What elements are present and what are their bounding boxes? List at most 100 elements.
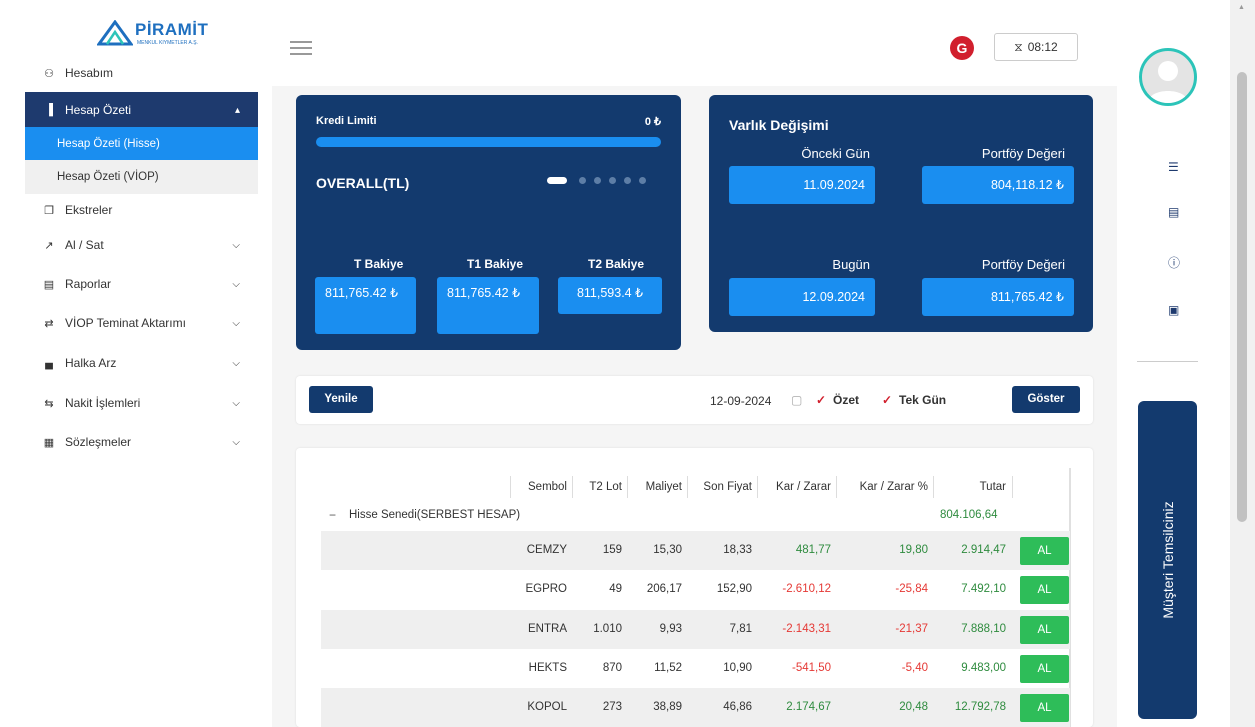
carousel-dot-active[interactable] xyxy=(547,177,567,184)
cell-cost: 15,30 xyxy=(653,544,682,556)
sidebar-item-halka-arz[interactable]: ▄ Halka Arz ⌵ xyxy=(25,344,258,382)
sidebar-item-label: Raporlar xyxy=(65,277,112,291)
show-button[interactable]: Göster xyxy=(1012,386,1080,413)
cell-price: 10,90 xyxy=(723,662,752,674)
carousel-dot[interactable] xyxy=(594,177,601,184)
table-row: ENTRA 1.010 9,93 7,81 -2.143,31 -21,37 7.888,1… xyxy=(321,610,1070,649)
sidebar-item-label: Hesabım xyxy=(65,66,114,80)
cell-plp: 19,80 xyxy=(899,544,928,556)
sidebar-item-nakit[interactable]: ⇆ Nakit İşlemleri ⌵ xyxy=(25,384,258,422)
group-total: 804.106,64 xyxy=(940,509,998,521)
trend-icon: ↗ xyxy=(44,239,54,252)
header-kar-zarar-pct[interactable]: Kar / Zarar % xyxy=(837,476,928,498)
logo[interactable]: PİRAMİT MENKUL KIYMETLER A.Ş. xyxy=(97,18,227,48)
lock-icon[interactable]: ▣ xyxy=(1168,303,1179,317)
cell-price: 18,33 xyxy=(723,544,752,556)
scroll-up-icon[interactable]: ▲ xyxy=(1238,4,1245,11)
area-chart-icon: ▄ xyxy=(45,357,53,369)
cell-pl: -2.610,12 xyxy=(782,583,831,595)
hamburger-menu-icon[interactable] xyxy=(290,41,312,55)
buy-button[interactable]: AL xyxy=(1020,694,1069,722)
header-kar-zarar[interactable]: Kar / Zarar xyxy=(758,476,831,498)
document-icon[interactable]: ▤ xyxy=(1168,205,1179,219)
tek-gun-checkbox[interactable]: ✓ Tek Gün xyxy=(882,393,946,407)
sidebar-item-viop-teminat[interactable]: ⇄ VİOP Teminat Aktarımı ⌵ xyxy=(25,304,258,342)
tek-gun-label: Tek Gün xyxy=(899,393,947,407)
ozet-label: Özet xyxy=(833,393,860,407)
cell-plp: -5,40 xyxy=(901,662,928,674)
calendar-icon[interactable]: ▢ xyxy=(791,393,802,407)
customer-rep-label: Müşteri Temsilciniz xyxy=(1159,501,1176,619)
refresh-button[interactable]: Yenile xyxy=(309,386,373,413)
table-row: EGPRO 49 206,17 152,90 -2.610,12 -25,84 7.492,… xyxy=(321,570,1070,609)
chevron-up-icon: ▴ xyxy=(234,104,240,116)
table-row: HEKTS 870 11,52 10,90 -541,50 -5,40 9.483,00 AL xyxy=(321,649,1070,688)
cell-cost: 38,89 xyxy=(653,701,682,713)
sidebar-item-label: Halka Arz xyxy=(65,356,117,370)
exchange-icon: ⇆ xyxy=(44,397,54,410)
timer-value: 08:12 xyxy=(1027,40,1058,54)
sidebar-item-hesap-ozeti[interactable]: ▐ Hesap Özeti ▴ xyxy=(25,92,258,128)
header-son-fiyat[interactable]: Son Fiyat xyxy=(688,476,752,498)
carousel-dot[interactable] xyxy=(609,177,616,184)
check-icon: ✓ xyxy=(882,393,893,407)
carousel-dot[interactable] xyxy=(639,177,646,184)
overall-label: OVERALL(TL) xyxy=(316,175,410,191)
t1-bakiye-label: T1 Bakiye xyxy=(467,257,524,271)
sidebar-item-raporlar[interactable]: ▤ Raporlar ⌵ xyxy=(25,265,258,303)
cell-cost: 9,93 xyxy=(659,623,682,635)
cell-symbol: HEKTS xyxy=(528,662,567,674)
prev-portfoy-value: 804,118.12 ₺ xyxy=(922,166,1074,204)
buy-button[interactable]: AL xyxy=(1020,537,1069,565)
cell-plp: -21,37 xyxy=(895,623,928,635)
help-icon[interactable]: ⓘ xyxy=(1168,254,1180,271)
col-divider xyxy=(1012,476,1013,498)
chevron-down-icon: ⌵ xyxy=(232,317,240,329)
prev-portfoy-label: Portföy Değeri xyxy=(981,146,1065,161)
sidebar-subitem-hesap-ozeti-viop[interactable]: Hesap Özeti (VİOP) xyxy=(25,160,258,194)
cell-lot: 49 xyxy=(609,583,622,595)
customer-rep-button[interactable]: Müşteri Temsilciniz xyxy=(1138,401,1197,719)
list-icon[interactable]: ☰ xyxy=(1168,160,1179,174)
right-panel: ☰ ▤ ⓘ ▣ Müşteri Temsilciniz xyxy=(1117,6,1222,727)
ozet-checkbox[interactable]: ✓ Özet xyxy=(816,393,859,407)
logout-letter: G xyxy=(956,40,968,56)
buy-button[interactable]: AL xyxy=(1020,576,1069,604)
buy-button[interactable]: AL xyxy=(1020,616,1069,644)
sidebar-item-ekstreler[interactable]: ❐ Ekstreler xyxy=(25,191,258,229)
collapse-icon[interactable]: − xyxy=(329,508,336,522)
cell-price: 46,86 xyxy=(723,701,752,713)
sidebar-item-hesabim[interactable]: ⚇ Hesabım xyxy=(25,54,258,92)
chevron-down-icon: ⌵ xyxy=(232,397,240,409)
group-label: Hisse Senedi(SERBEST HESAP) xyxy=(349,509,521,521)
header-t2-lot[interactable]: T2 Lot xyxy=(573,476,622,498)
sidebar-subitem-label: Hesap Özeti (VİOP) xyxy=(57,171,159,183)
carousel-dot[interactable] xyxy=(579,177,586,184)
user-avatar-icon xyxy=(1148,61,1188,103)
session-timer: ⧖ 08:12 xyxy=(994,33,1078,61)
date-input[interactable]: 12-09-2024 xyxy=(710,394,771,408)
logout-icon[interactable]: G xyxy=(950,36,974,60)
cell-amount: 7.492,10 xyxy=(961,583,1006,595)
buy-button[interactable]: AL xyxy=(1020,655,1069,683)
sidebar-item-al-sat[interactable]: ↗ Al / Sat ⌵ xyxy=(25,226,258,264)
sidebar-item-sozlesmeler[interactable]: ▦ Sözleşmeler ⌵ xyxy=(25,423,258,461)
scrollbar[interactable]: ▲ xyxy=(1230,0,1255,727)
piramit-logo-icon xyxy=(97,20,133,46)
header-maliyet[interactable]: Maliyet xyxy=(628,476,682,498)
header-sembol[interactable]: Sembol xyxy=(511,476,567,498)
header-tutar[interactable]: Tutar xyxy=(934,476,1006,498)
sidebar-subitem-hesap-ozeti-hisse[interactable]: Hesap Özeti (Hisse) xyxy=(25,127,258,161)
cell-pl: -541,50 xyxy=(791,662,831,674)
check-icon: ✓ xyxy=(816,393,827,407)
cell-symbol: CEMZY xyxy=(526,544,567,556)
avatar[interactable] xyxy=(1139,48,1197,106)
user-icon: ⚇ xyxy=(44,67,54,80)
cell-lot: 159 xyxy=(602,544,622,556)
kredi-limiti-value: 0 ₺ xyxy=(644,116,661,128)
t2-bakiye-label: T2 Bakiye xyxy=(588,257,645,271)
cell-amount: 7.888,10 xyxy=(961,623,1006,635)
scrollbar-thumb[interactable] xyxy=(1237,72,1247,522)
cell-symbol: EGPRO xyxy=(525,583,567,595)
carousel-dot[interactable] xyxy=(624,177,631,184)
